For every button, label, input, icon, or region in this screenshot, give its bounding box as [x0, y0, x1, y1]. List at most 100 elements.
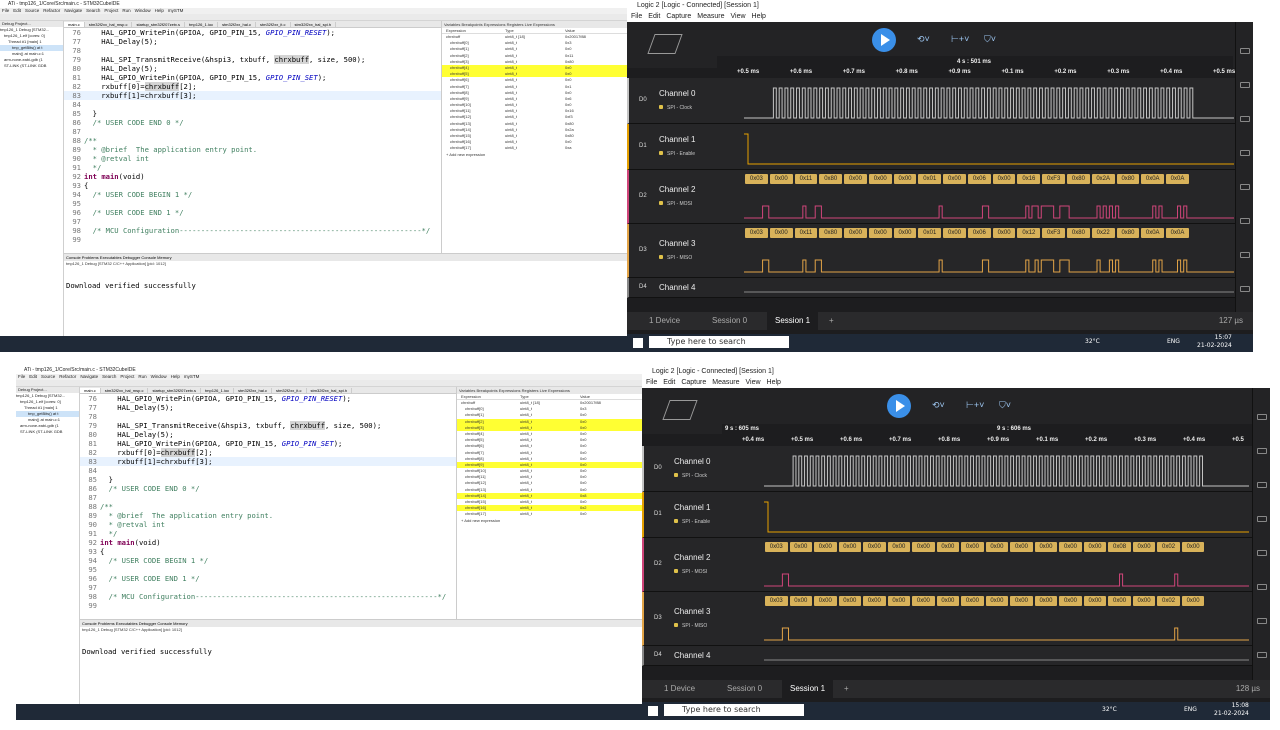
menu-item[interactable]: Source [41, 374, 55, 379]
spi-byte-label[interactable]: 0x00 [838, 596, 862, 606]
spi-byte-label[interactable]: 0x08 [1108, 542, 1131, 552]
spi-byte-label[interactable]: 0x00 [1083, 596, 1107, 606]
spi-byte-label[interactable]: 0x00 [838, 542, 862, 552]
spi-byte-label[interactable]: 0x00 [992, 174, 1016, 184]
sidebar-icon[interactable] [1239, 150, 1250, 156]
code-editor[interactable]: main.c stm32f2xx_hal_msp.c startup_stm32f2… [80, 387, 456, 619]
spi-byte-label[interactable]: 0x00 [863, 596, 886, 606]
taskbar-search[interactable]: Type here to search [649, 336, 789, 348]
spi-byte-label[interactable]: 0x01 [918, 228, 942, 238]
windows-start-icon[interactable] [633, 338, 643, 348]
tree-item[interactable]: ST-LINK (ST-LINK GDB [16, 429, 79, 435]
sidebar-icon[interactable] [1239, 184, 1250, 190]
menu-item[interactable]: Capture [681, 379, 706, 386]
spi-byte-label[interactable]: 0x03 [745, 174, 768, 184]
sidebar-icon[interactable] [1239, 48, 1250, 54]
device-icon[interactable] [662, 400, 698, 420]
menu-item[interactable]: Refactor [43, 8, 60, 13]
menu-item[interactable]: Edit [648, 13, 660, 20]
marker-icon[interactable]: ⛉˅ [999, 400, 1011, 411]
add-session-button[interactable]: + [829, 316, 834, 325]
spi-byte-label[interactable]: 0x03 [745, 228, 768, 238]
menu-item[interactable]: Search [86, 8, 100, 13]
menu-item[interactable]: File [646, 379, 657, 386]
channel-row[interactable]: D3 Channel 3 SPI - MISO 0x03 0x00 0x00 0x00 0x0… [642, 592, 1252, 646]
spi-byte-label[interactable]: 0x00 [814, 596, 837, 606]
spi-byte-label[interactable]: 0x0A [1141, 228, 1165, 238]
spi-byte-label[interactable]: 0x03 [765, 596, 788, 606]
spi-byte-label[interactable]: 0x00 [961, 542, 984, 552]
expressions-tabs[interactable]: Variables Breakpoints Expressions Regist… [442, 21, 627, 28]
menu-item[interactable]: Edit [663, 379, 675, 386]
tree-item[interactable]: ST-LINK (ST-LINK GDB [0, 63, 63, 69]
spi-byte-label[interactable]: 0x22 [1091, 228, 1115, 238]
menu-item[interactable]: Measure [697, 13, 724, 20]
editor-tab[interactable]: main.c [64, 22, 85, 27]
trigger-icon[interactable]: ⟲˅ [917, 34, 930, 45]
spi-byte-label[interactable]: 0x00 [992, 228, 1016, 238]
windows-start-icon[interactable] [648, 706, 658, 716]
spi-byte-label[interactable]: 0x80 [819, 174, 843, 184]
spi-byte-label[interactable]: 0x03 [765, 542, 788, 552]
spi-byte-label[interactable]: 0x80 [1067, 228, 1090, 238]
tab-session-0[interactable]: Session 0 [727, 684, 762, 693]
spi-byte-label[interactable]: 0x00 [887, 596, 911, 606]
editor-tab[interactable]: startup_stm32f207zetx.s [148, 388, 202, 393]
tab-session-1[interactable]: Session 1 [782, 680, 834, 698]
spi-byte-label[interactable]: 0x00 [814, 542, 837, 552]
menu-item[interactable]: Capture [666, 13, 691, 20]
sidebar-icon[interactable] [1256, 584, 1267, 590]
sidebar-icon[interactable] [1256, 414, 1267, 420]
menu-item[interactable]: File [18, 374, 25, 379]
menu-item[interactable]: Help [171, 374, 180, 379]
editor-tab[interactable]: stm32f2xx_hal_msp.c [84, 22, 133, 27]
menu-item[interactable]: Edit [29, 374, 37, 379]
add-session-button[interactable]: + [844, 684, 849, 693]
spi-byte-label[interactable]: 0x80 [1067, 174, 1090, 184]
add-expression[interactable]: + Add new expression [442, 152, 627, 158]
spi-byte-label[interactable]: 0x01 [918, 174, 942, 184]
tab-session-1[interactable]: Session 1 [767, 312, 819, 330]
editor-tab[interactable]: stm32f2xx_hal.c [218, 22, 256, 27]
channel-row[interactable]: D4 Channel 4 [627, 278, 1235, 298]
spi-byte-label[interactable]: 0x80 [819, 228, 843, 238]
menu-item[interactable]: Source [25, 8, 39, 13]
editor-tab[interactable]: main.c [80, 388, 101, 393]
editor-tab[interactable]: stm32f2xx_hal_msp.c [100, 388, 149, 393]
spi-byte-label[interactable]: 0x00 [1132, 542, 1156, 552]
spi-byte-label[interactable]: 0x2A [1091, 174, 1115, 184]
spi-byte-label[interactable]: 0x02 [1157, 542, 1180, 552]
menu-item[interactable]: Window [151, 374, 167, 379]
spi-byte-label[interactable]: 0x00 [844, 228, 867, 238]
menu-item[interactable]: Window [135, 8, 151, 13]
menu-item[interactable]: Measure [712, 379, 739, 386]
spi-byte-label[interactable]: 0x11 [794, 228, 818, 238]
spi-byte-label[interactable]: 0x00 [912, 596, 935, 606]
spi-byte-label[interactable]: 0x00 [1083, 542, 1107, 552]
menu-item[interactable]: Run [122, 8, 130, 13]
spi-byte-label[interactable]: 0x06 [967, 228, 991, 238]
spi-byte-label[interactable]: 0x00 [943, 174, 966, 184]
menu-item[interactable]: View [745, 379, 760, 386]
spi-byte-label[interactable]: 0x16 [1017, 174, 1041, 184]
spi-byte-label[interactable]: 0x06 [967, 174, 991, 184]
editor-tab[interactable]: stm32f2xx_hal.c [234, 388, 272, 393]
menu-item[interactable]: View [730, 13, 745, 20]
sidebar-icon[interactable] [1256, 550, 1267, 556]
sidebar-icon[interactable] [1256, 448, 1267, 454]
editor-tab[interactable]: tmp126_1.ioc [201, 388, 235, 393]
menu-item[interactable]: Navigate [80, 374, 98, 379]
console-tabs[interactable]: Console Problems Executables Debugger Co… [64, 254, 627, 261]
channel-row[interactable]: D3 Channel 3 SPI - MISO 0x03 0x00 0x11 0x80 0x0… [627, 224, 1235, 278]
marker-icon[interactable]: ⛉˅ [984, 34, 996, 45]
taskbar-search[interactable]: Type here to search [664, 704, 804, 716]
editor-tab[interactable]: stm32f2xx_hal_spi.h [306, 388, 353, 393]
sidebar-icon[interactable] [1256, 652, 1267, 658]
menu-item[interactable]: mySTM [184, 374, 200, 379]
channel-row[interactable]: D2 Channel 2 SPI - MOSI 0x03 0x00 0x11 0x80 0x0… [627, 170, 1235, 224]
spi-byte-label[interactable]: 0xF3 [1042, 228, 1066, 238]
time-ruler[interactable]: 4 s : 501 ms +0.5 ms +0.6 ms +0.7 ms +0.8 m… [717, 56, 1235, 78]
editor-tab[interactable]: stm32f2xx_it.c [271, 388, 307, 393]
spi-byte-label[interactable]: 0x00 [1034, 542, 1058, 552]
spi-byte-label[interactable]: 0x00 [961, 596, 984, 606]
